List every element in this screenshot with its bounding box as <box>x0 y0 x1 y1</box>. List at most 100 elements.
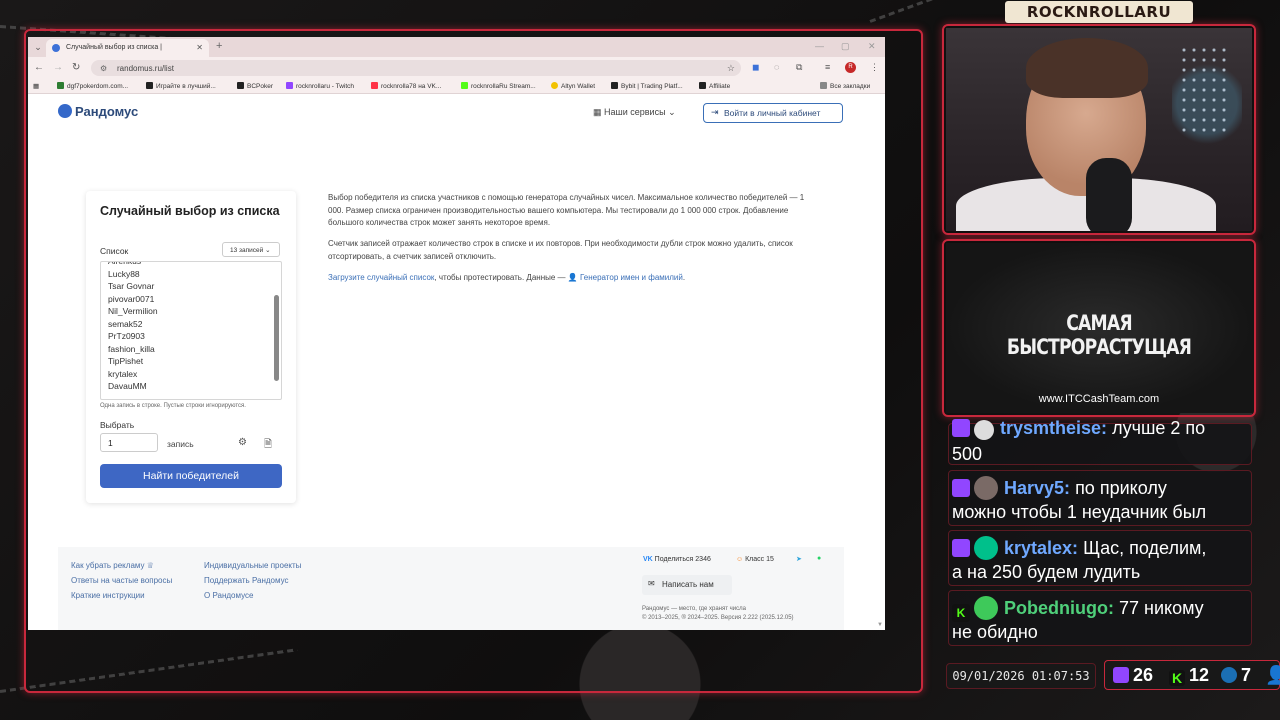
ok-icon: ☺ <box>736 556 746 563</box>
avatar <box>974 476 998 500</box>
entry-line: PrTz0903 <box>108 331 145 341</box>
tab-close-icon[interactable]: ✕ <box>196 43 203 52</box>
entries-list: Alrenkus Lucky88 Tsar Govnar pivovar0071 Nil… <box>108 262 158 393</box>
profile-avatar-icon[interactable]: R <box>845 62 856 73</box>
find-winners-button[interactable]: Найти победителей <box>100 464 282 488</box>
description-links: Загрузите случайный список, чтобы протес… <box>328 272 686 282</box>
toolbar: ← → ↻ ⚙ randomus.ru/list ☆ ◼ ◌ ⧉ ≡ R ⋮ <box>28 57 885 79</box>
entry-line: TipPishet <box>108 356 144 366</box>
tab-search-icon[interactable]: ⌄ <box>32 41 44 53</box>
ok-share-button[interactable]: ☺ Класс 15 <box>736 556 774 563</box>
entries-textarea[interactable]: Alrenkus Lucky88 Tsar Govnar pivovar0071 Nil… <box>100 261 282 400</box>
chevron-down-icon: ⌄ <box>665 107 676 117</box>
steam-viewers: 7 <box>1241 665 1252 685</box>
write-us-button[interactable]: ✉ Написать нам <box>642 575 732 595</box>
bookmark-favicon-icon <box>237 82 244 89</box>
back-icon[interactable]: ← <box>34 62 44 73</box>
bookmark-item[interactable]: rocknrollaru - Twitch <box>286 82 354 90</box>
bookmark-favicon-icon <box>146 82 153 89</box>
footer-link[interactable]: О Рандомусе <box>204 591 253 600</box>
vk-share-button[interactable]: VK Поделиться 2346 <box>643 556 711 563</box>
site-favicon-icon <box>52 44 60 52</box>
channel-banner: ROCKNROLLARU <box>1005 1 1193 23</box>
chat-message: Harvy5: по приколу можно чтобы 1 неудачн… <box>948 470 1252 526</box>
twitch-badge-icon <box>952 479 970 497</box>
tab-active[interactable]: Случайный выбор из списка | ✕ <box>46 39 209 57</box>
bookmark-star-icon[interactable]: ☆ <box>727 63 735 74</box>
ad-title: САМАЯ БЫСТРОРАСТУЩАЯ <box>1006 311 1192 359</box>
telegram-icon[interactable]: ➤ <box>796 555 802 563</box>
file-settings-icon[interactable]: 🗎 <box>264 437 272 454</box>
load-random-list-link[interactable]: Загрузите случайный список <box>328 273 434 282</box>
login-icon: ⇥ <box>711 107 719 117</box>
browser-window: ⌄ Случайный выбор из списка | ✕ + — ▢ ✕ … <box>28 37 885 630</box>
altyn-icon <box>551 82 558 89</box>
puzzle-icon[interactable]: ⧉ <box>796 62 802 73</box>
bookmark-item[interactable]: dgf7pokerdom.com... <box>57 82 128 90</box>
pick-unit: запись <box>167 439 194 449</box>
minimize-icon[interactable]: — <box>815 41 824 51</box>
reload-icon[interactable]: ↻ <box>72 62 80 73</box>
entries-count-select[interactable]: 13 записей ⌄ <box>222 242 280 257</box>
extension-icon[interactable]: ◌ <box>774 62 779 72</box>
entry-line: krytalex <box>108 368 138 379</box>
footer-link[interactable]: Краткие инструкции <box>71 591 145 600</box>
bookmark-item[interactable]: Bybit | Trading Platf... <box>611 82 683 90</box>
tab-title: Случайный выбор из списка | <box>66 44 162 51</box>
person-icon: 👤 <box>567 272 580 282</box>
close-window-icon[interactable]: ✕ <box>868 41 876 52</box>
twitch-badge-icon <box>952 539 970 557</box>
list-label: Список <box>100 246 129 256</box>
footer-link[interactable]: Индивидуальные проекты <box>204 561 301 570</box>
translate-icon[interactable]: ◼ <box>752 62 759 73</box>
site-logo[interactable]: Рандомус <box>58 104 138 119</box>
chat-message: trysmtheise: лучше 2 по 500 <box>948 418 1252 465</box>
address-bar[interactable]: ⚙ randomus.ru/list ☆ <box>91 60 741 76</box>
entry-line: DavauMM <box>108 381 147 391</box>
twitch-icon <box>286 82 293 89</box>
list-hint: Одна запись в строке. Пустые строки игно… <box>100 403 246 409</box>
steam-icon <box>1221 667 1237 683</box>
page-scroll-down-icon[interactable]: ▼ <box>877 622 883 628</box>
bookmark-item[interactable]: Играйте в лучший... <box>146 82 216 90</box>
chevron-down-icon: ⌄ <box>265 247 271 254</box>
menu-dots-icon[interactable]: ⋮ <box>870 62 879 73</box>
twitch-icon <box>1113 667 1129 683</box>
all-bookmarks[interactable]: Все закладки <box>820 82 870 90</box>
whatsapp-icon[interactable]: ● <box>817 555 821 562</box>
description-paragraph: Выбор победителя из списка участников с … <box>328 193 805 228</box>
entry-line: pivovar0071 <box>108 293 155 304</box>
chat-message: krytalex: Щас, поделим, а на 250 будем л… <box>948 530 1252 586</box>
microphone-image <box>1086 158 1132 231</box>
winners-count-input[interactable]: 1 <box>100 433 158 452</box>
textarea-scrollbar[interactable] <box>274 295 279 381</box>
site-info-icon[interactable]: ⚙ <box>100 64 107 73</box>
bookmark-item[interactable]: Affiliate <box>699 82 730 90</box>
footer-link[interactable]: Поддержать Рандомус <box>204 576 289 585</box>
chat-message: K Pobedniugo: 77 никому не обидно <box>948 590 1252 646</box>
description-paragraph: Счетчик записей отражает количество стро… <box>328 239 793 261</box>
entry-line: fashion_killa <box>108 343 155 354</box>
maximize-icon[interactable]: ▢ <box>841 41 850 52</box>
bookmark-item[interactable]: rocknrollaRu Stream... <box>461 82 536 90</box>
entry-line: Tsar Govnar <box>108 281 155 291</box>
login-button[interactable]: ⇥ Войти в личный кабинет <box>703 103 843 123</box>
media-icon[interactable]: ≡ <box>825 62 830 72</box>
bookmark-item[interactable]: rocknrolla78 на VK... <box>371 82 441 90</box>
gear-icon[interactable]: ⚙ <box>238 437 247 448</box>
twitch-badge-icon <box>952 419 970 437</box>
avatar <box>974 536 998 560</box>
vk-video-icon <box>371 82 378 89</box>
new-tab-button[interactable]: + <box>216 40 222 52</box>
bookmark-item[interactable]: BCPoker <box>237 82 273 90</box>
services-menu[interactable]: ▦ Наши сервисы ⌄ <box>593 107 676 118</box>
forward-icon[interactable]: → <box>53 62 63 73</box>
bookmark-item[interactable]: Altyn Wallet <box>551 82 595 90</box>
footer-link[interactable]: Как убрать рекламу ♕ <box>71 561 154 570</box>
form-title: Случайный выбор из списка <box>100 204 280 218</box>
folder-icon <box>820 82 827 89</box>
apps-icon[interactable]: ▦ <box>33 82 39 90</box>
footer-link[interactable]: Ответы на частые вопросы <box>71 576 172 585</box>
web-page: Рандомус ▦ Наши сервисы ⌄ ⇥ Войти в личны… <box>28 94 885 630</box>
name-generator-link[interactable]: Генератор имен и фамилий <box>580 273 683 282</box>
